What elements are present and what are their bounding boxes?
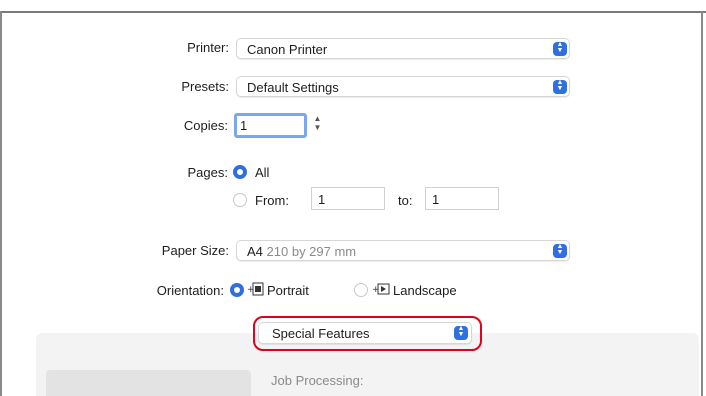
copies-label: Copies: [183, 118, 228, 133]
chevron-up-down-icon: ▲ ▼ [553, 79, 567, 94]
paper-size-dimensions: 210 by 297 mm [266, 244, 357, 259]
pages-from-radio[interactable] [233, 193, 247, 207]
pages-label: Pages: [187, 165, 228, 180]
landscape-orientation-icon: + [372, 282, 390, 299]
highlight-callout [253, 316, 482, 351]
panel-sidebar-list[interactable] [46, 370, 251, 396]
window-right-edge [701, 11, 703, 396]
printer-popup[interactable]: Canon Printer ▲ ▼ [236, 38, 570, 59]
presets-value: Default Settings [247, 80, 339, 95]
orientation-portrait-radio[interactable] [230, 283, 244, 297]
pages-all-radio[interactable] [233, 165, 247, 179]
orientation-landscape-radio[interactable] [354, 283, 368, 297]
stepper-down-icon[interactable]: ▼ [312, 123, 323, 132]
pages-to-label: to: [398, 193, 413, 208]
copies-value: 1 [240, 118, 248, 133]
pages-to-input[interactable]: 1 [425, 187, 499, 210]
copies-input[interactable]: 1 [234, 113, 307, 138]
paper-size-name: A4 [247, 244, 263, 259]
printer-label: Printer: [187, 40, 229, 55]
orientation-label: Orientation: [156, 283, 224, 298]
pages-from-value: 1 [318, 192, 326, 207]
window-top-edge [0, 0, 706, 13]
pages-to-value: 1 [432, 192, 440, 207]
chevron-up-down-icon: ▲ ▼ [553, 41, 567, 56]
copies-stepper[interactable]: ▲ ▼ [312, 114, 323, 136]
orientation-portrait-label: Portrait [267, 283, 309, 298]
presets-popup[interactable]: Default Settings ▲ ▼ [236, 76, 570, 97]
portrait-orientation-icon: + [247, 282, 265, 299]
paper-size-popup[interactable]: A4 210 by 297 mm ▲ ▼ [236, 240, 570, 261]
chevron-up-down-icon: ▲ ▼ [553, 243, 567, 258]
pages-from-label: From: [255, 193, 289, 208]
presets-label: Presets: [181, 79, 229, 94]
orientation-landscape-label: Landscape [393, 283, 457, 298]
printer-value: Canon Printer [247, 42, 328, 57]
pages-from-input[interactable]: 1 [311, 187, 385, 210]
stepper-up-icon[interactable]: ▲ [312, 114, 323, 123]
paper-size-label: Paper Size: [161, 243, 229, 258]
pages-all-label: All [255, 165, 270, 180]
paper-size-value: A4 210 by 297 mm [247, 244, 356, 259]
job-processing-label: Job Processing: [271, 373, 364, 388]
window-left-edge [0, 11, 2, 396]
